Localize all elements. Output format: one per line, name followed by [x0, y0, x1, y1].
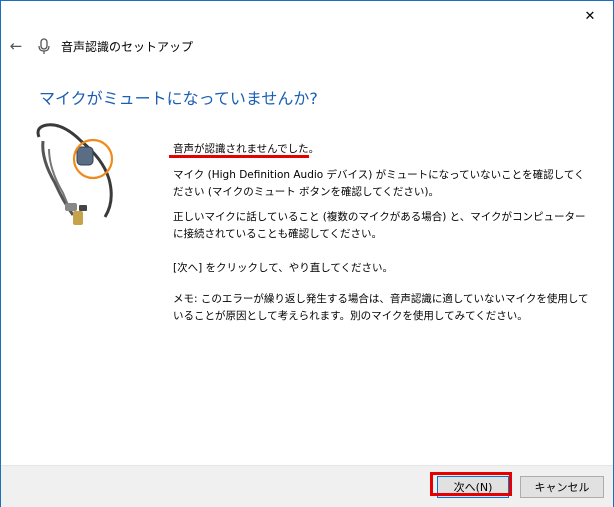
window-title: 音声認識のセットアップ [61, 40, 194, 54]
next-button[interactable]: 次へ(N) [437, 476, 509, 498]
error-title-annotation-underline [169, 155, 309, 158]
paragraph-retry: [次へ] をクリックして、やり直してください。 [173, 262, 394, 274]
paragraph-mute-check: マイク (High Definition Audio デバイス) がミュートにな… [173, 169, 585, 198]
microphone-mute-illustration [36, 123, 114, 225]
cancel-button[interactable]: キャンセル [520, 476, 604, 498]
paragraph-connection-check: 正しいマイクに話していること (複数のマイクがある場合) と、マイクがコンピュー… [173, 211, 586, 240]
close-icon: ✕ [584, 8, 596, 24]
close-button[interactable]: ✕ [567, 1, 613, 31]
button-bar: 次へ(N) キャンセル [1, 465, 613, 507]
page-heading: マイクがミュートになっていませんか? [39, 89, 318, 108]
back-button[interactable]: ← [7, 37, 25, 55]
header-row: ← 音声認識のセットアップ [1, 33, 613, 59]
microphone-icon [38, 38, 50, 54]
paragraph-note: メモ: このエラーが繰り返し発生する場合は、音声認識に適していないマイクを使用し… [173, 293, 589, 322]
back-arrow-icon: ← [9, 37, 23, 55]
setup-window: ✕ ← 音声認識のセットアップ マイクがミュートになっていませんか? 音声が認識… [0, 0, 614, 507]
